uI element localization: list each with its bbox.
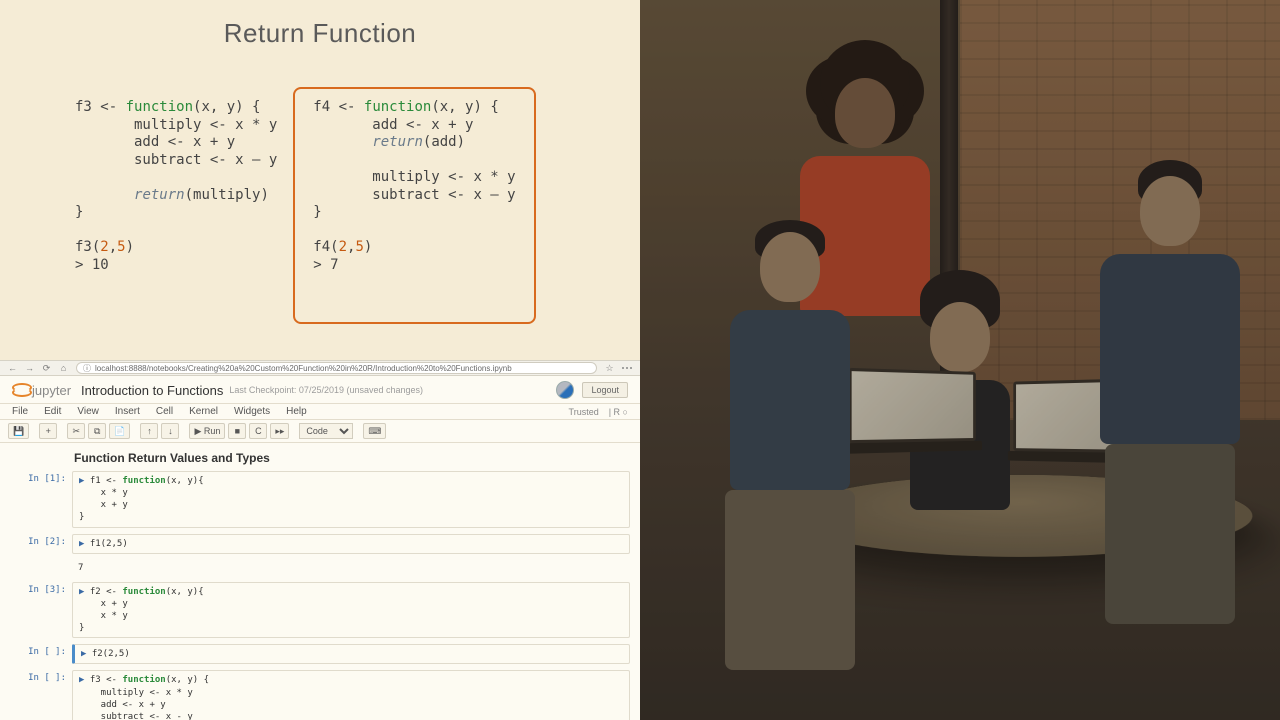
celltype-select[interactable]: Code (299, 423, 353, 439)
forward-icon[interactable]: → (25, 364, 34, 373)
cell-prompt: In [ ]: (10, 670, 72, 720)
slide-title: Return Function (0, 18, 640, 49)
menu-kernel[interactable]: Kernel (189, 406, 218, 417)
cut-button[interactable]: ✂ (67, 423, 85, 439)
jupyter-header: jupyter Introduction to Functions Last C… (0, 376, 640, 404)
stop-button[interactable]: ■ (228, 423, 246, 439)
cell-code[interactable]: ▶ f2(2,5) (72, 644, 630, 664)
cell-code: 7 (72, 560, 630, 576)
move-down-button[interactable]: ↓ (161, 423, 179, 439)
cell-output[interactable]: 7 (10, 560, 630, 576)
cell-input[interactable]: In [ ]:▶ f3 <- function(x, y) { multiply… (10, 670, 630, 720)
cell-code[interactable]: ▶ f1(2,5) (72, 534, 630, 554)
reload-icon[interactable]: ⟳ (42, 364, 51, 373)
kernel-indicator: | R ○ (609, 407, 628, 417)
menu-edit[interactable]: Edit (44, 406, 61, 417)
jupyter-logo[interactable]: jupyter (12, 382, 71, 398)
run-all-button[interactable]: ▸▸ (270, 423, 289, 439)
menu-insert[interactable]: Insert (115, 406, 140, 417)
cell-code[interactable]: ▶ f3 <- function(x, y) { multiply <- x *… (72, 670, 630, 720)
cell-prompt: In [1]: (10, 471, 72, 528)
logout-button[interactable]: Logout (582, 382, 628, 398)
slide-presentation: Return Function f3 <- function(x, y) { m… (0, 0, 640, 360)
notebook-body[interactable]: Function Return Values and Types In [1]:… (0, 443, 640, 720)
restart-button[interactable]: C (249, 423, 267, 439)
cell-prompt (10, 560, 72, 576)
cell-input[interactable]: In [3]:▶ f2 <- function(x, y){ x + y x *… (10, 582, 630, 639)
paste-button[interactable]: 📄 (109, 423, 130, 439)
cell-input[interactable]: In [ ]:▶ f2(2,5) (10, 644, 630, 664)
notebook-title[interactable]: Introduction to Functions (81, 383, 223, 398)
run-button[interactable]: ▶ Run (189, 423, 225, 439)
cell-input[interactable]: In [1]:▶ f1 <- function(x, y){ x * y x +… (10, 471, 630, 528)
menu-bar: File Edit View Insert Cell Kernel Widget… (0, 404, 640, 420)
command-palette-button[interactable]: ⌨ (363, 423, 386, 439)
add-cell-button[interactable]: + (39, 423, 57, 439)
info-icon: ⓘ (83, 363, 91, 374)
browser-chrome: ← → ⟳ ⌂ ⓘ localhost:8888/notebooks/Creat… (0, 360, 640, 376)
back-icon[interactable]: ← (8, 364, 17, 373)
jupyter-logo-icon (12, 382, 28, 398)
notebook-heading: Function Return Values and Types (74, 451, 630, 465)
course-photo (640, 0, 1280, 720)
cell-prompt: In [3]: (10, 582, 72, 639)
menu-file[interactable]: File (12, 406, 28, 417)
cell-input[interactable]: In [2]:▶ f1(2,5) (10, 534, 630, 554)
menu-help[interactable]: Help (286, 406, 307, 417)
r-kernel-icon (556, 381, 574, 399)
cell-prompt: In [2]: (10, 534, 72, 554)
trusted-indicator[interactable]: Trusted (569, 407, 599, 417)
home-icon[interactable]: ⌂ (59, 364, 68, 373)
url-bar[interactable]: ⓘ localhost:8888/notebooks/Creating%20a%… (76, 362, 597, 374)
copy-button[interactable]: ⧉ (88, 423, 106, 439)
menu-dots-icon[interactable] (622, 367, 632, 369)
jupyter-notebook: jupyter Introduction to Functions Last C… (0, 376, 640, 720)
save-button[interactable]: 💾 (8, 423, 29, 439)
url-text: localhost:8888/notebooks/Creating%20a%20… (95, 364, 512, 373)
checkpoint-text: Last Checkpoint: 07/25/2019 (unsaved cha… (229, 385, 423, 395)
code-example-f3: f3 <- function(x, y) { multiply <- x * y… (75, 99, 277, 324)
cell-code[interactable]: ▶ f1 <- function(x, y){ x * y x + y } (72, 471, 630, 528)
cell-prompt: In [ ]: (10, 644, 72, 664)
cell-code[interactable]: ▶ f2 <- function(x, y){ x + y x * y } (72, 582, 630, 639)
move-up-button[interactable]: ↑ (140, 423, 158, 439)
code-example-f4-highlighted: f4 <- function(x, y) { add <- x + y retu… (293, 87, 535, 324)
menu-view[interactable]: View (77, 406, 99, 417)
toolbar: 💾 + ✂ ⧉ 📄 ↑ ↓ ▶ Run ■ C ▸▸ Code ⌨ (0, 420, 640, 443)
menu-widgets[interactable]: Widgets (234, 406, 270, 417)
menu-cell[interactable]: Cell (156, 406, 173, 417)
star-icon[interactable]: ☆ (605, 364, 614, 373)
